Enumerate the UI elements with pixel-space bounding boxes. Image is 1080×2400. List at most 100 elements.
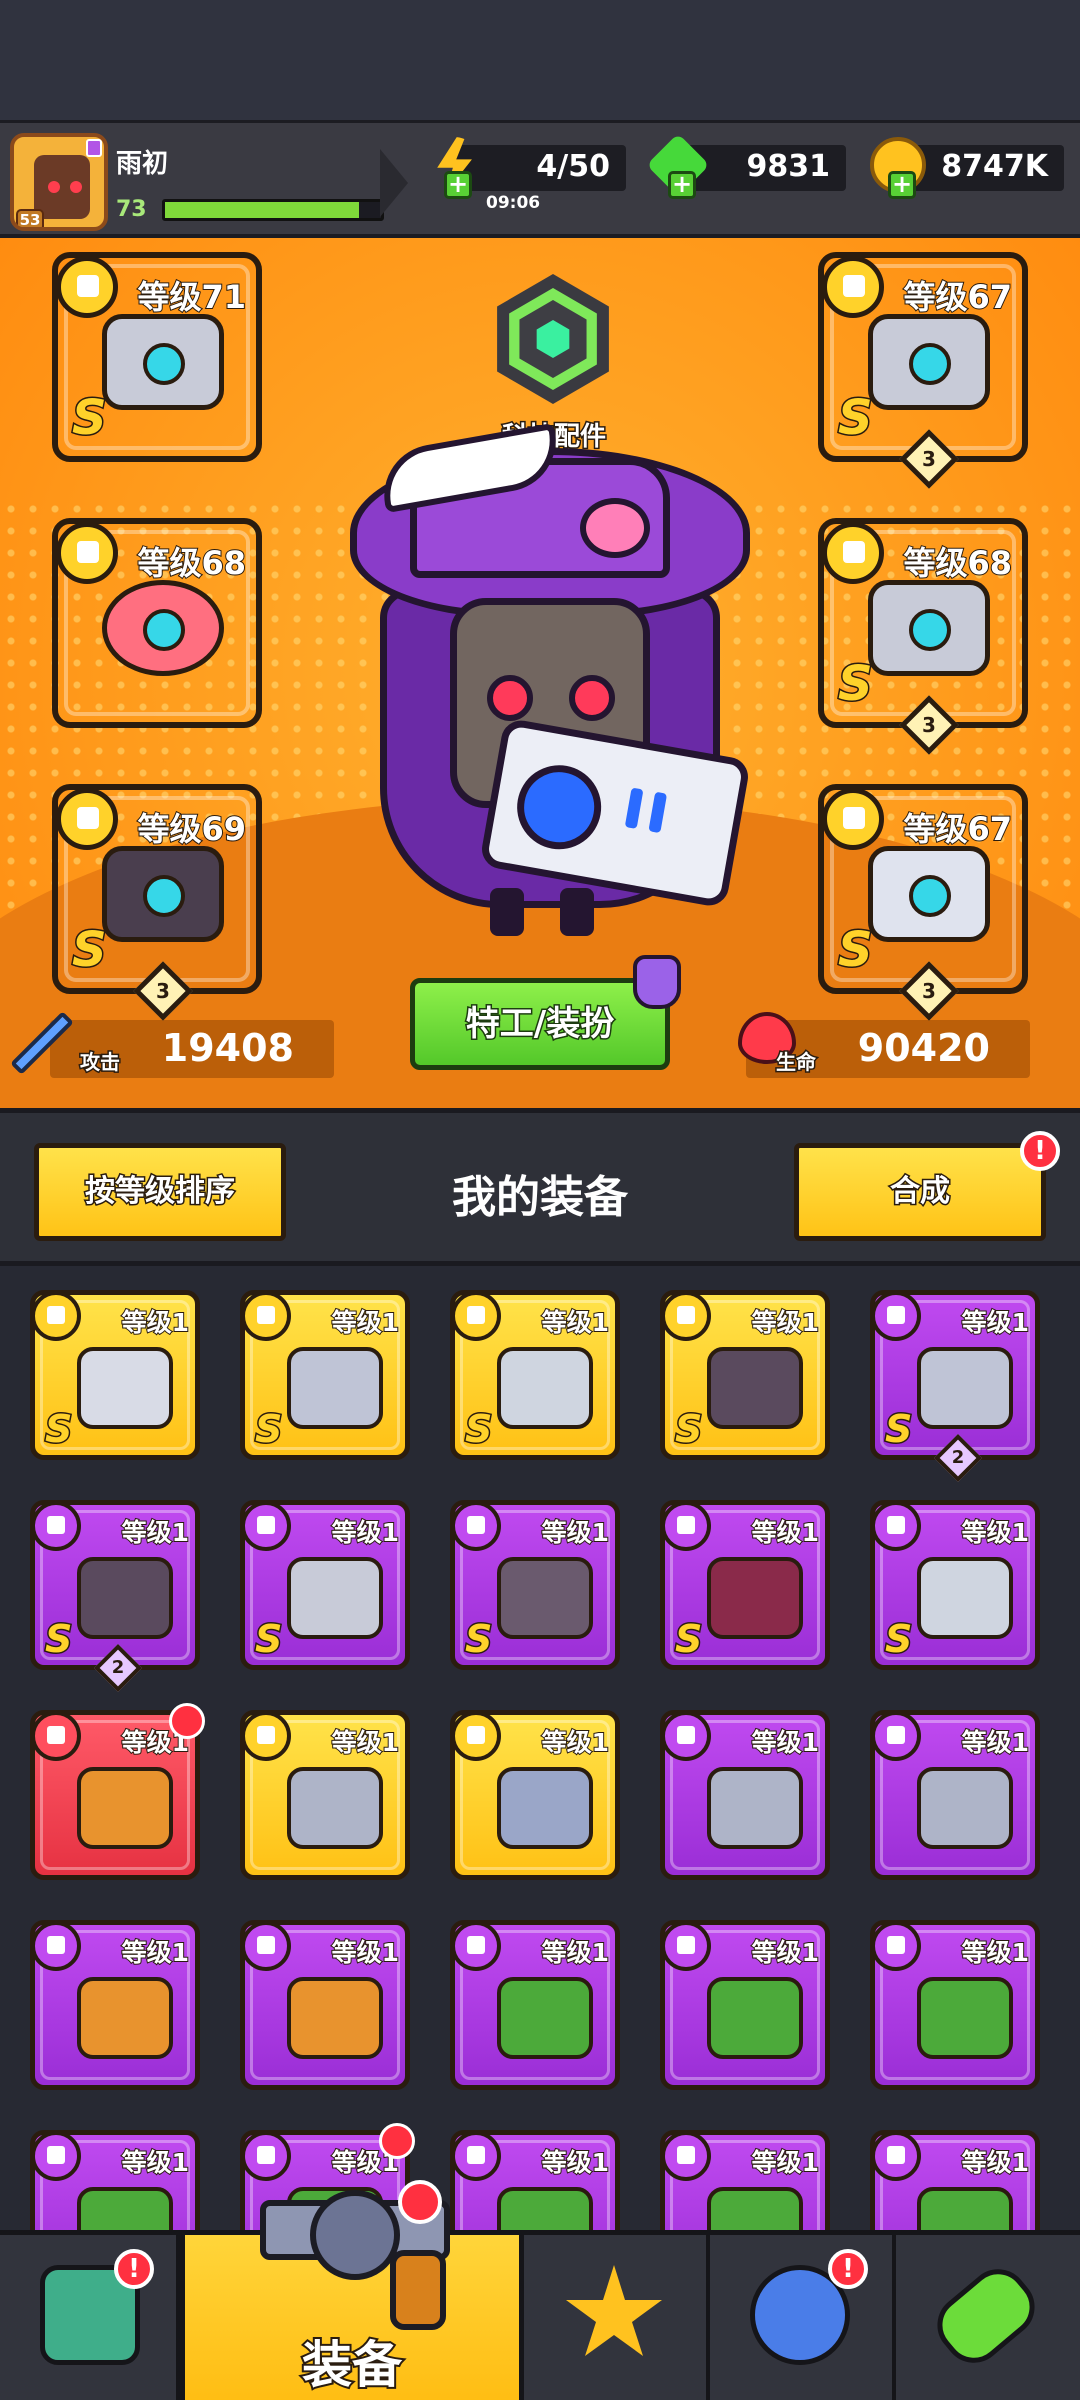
item-new-badge-icon: [169, 1703, 205, 1739]
inventory-item-card[interactable]: 等级1: [870, 1920, 1040, 2090]
item-grade: S: [673, 1616, 703, 1663]
player-avatar[interactable]: 53: [10, 133, 108, 231]
events-alert-icon: !: [828, 2249, 868, 2289]
item-art-icon: [707, 1767, 803, 1849]
armor-category-icon: [822, 256, 884, 318]
item-art-icon: [77, 2187, 173, 2230]
inventory-item-card[interactable]: 等级1: [450, 1920, 620, 2090]
item-category-icon: [241, 1501, 291, 1551]
equipped-slot-belt[interactable]: 等级68 S 3: [818, 518, 1028, 755]
item-category-icon: [31, 1501, 81, 1551]
energy-timer: 09:06: [486, 193, 541, 213]
item-art-icon: [287, 1557, 383, 1639]
item-category-icon: [451, 1501, 501, 1551]
player-name: 雨初: [116, 149, 169, 179]
item-art-icon: [917, 1977, 1013, 2059]
item-level: 等级1: [541, 1307, 610, 1338]
equipped-slot-weapon[interactable]: 等级71 S: [52, 252, 262, 462]
merge-button[interactable]: 合成: [794, 1143, 1046, 1241]
inventory-item-card[interactable]: 等级1 S: [450, 1290, 620, 1460]
item-level: 等级1: [121, 2147, 190, 2178]
inventory-item-card[interactable]: 等级1: [30, 1920, 200, 2090]
item-category-icon: [661, 1921, 711, 1971]
inventory-item-card[interactable]: 等级1 S: [30, 1290, 200, 1460]
item-art-icon: [77, 1347, 173, 1429]
xp-bar-fill: [165, 202, 360, 218]
coin-value: 8747K: [941, 149, 1048, 184]
inventory-item-card[interactable]: 等级1: [660, 1710, 830, 1880]
item-category-icon: [871, 1291, 921, 1341]
inventory-item-card[interactable]: 等级1: [660, 1920, 830, 2090]
item-art-icon: [77, 1557, 173, 1639]
inventory-item-card[interactable]: 等级1 S: [660, 1500, 830, 1670]
inventory-item-card[interactable]: 等级1: [870, 2130, 1040, 2230]
agent-character[interactable]: [340, 422, 760, 958]
nav-tab-events[interactable]: !: [710, 2235, 896, 2400]
sort-by-level-button[interactable]: 按等级排序: [34, 1143, 286, 1241]
gauntlet-icon: [102, 846, 224, 942]
equipped-slot-boots[interactable]: 等级67 S 3: [818, 784, 1028, 1021]
potion-icon: [633, 955, 681, 1009]
hero-panel: 科技配件 等级71 S 等级68 等级69 S 3: [0, 238, 1080, 1108]
add-energy-button[interactable]: +: [444, 171, 472, 199]
nav-tab-lab[interactable]: [896, 2235, 1080, 2400]
slot-level: 等级67: [902, 809, 1013, 849]
inventory-item-card[interactable]: 等级1 S 2: [30, 1500, 200, 1693]
item-grade: S: [43, 1406, 73, 1453]
inventory-item-card[interactable]: 等级1: [30, 1703, 205, 1880]
item-art-icon: [287, 1767, 383, 1849]
merge-alert-icon: !: [1020, 1131, 1060, 1171]
slot-grade: S: [837, 389, 875, 448]
item-level: 等级1: [121, 1307, 190, 1338]
inventory-item-card[interactable]: 等级1: [450, 1710, 620, 1880]
item-category-icon: [871, 2131, 921, 2181]
inventory-item-card[interactable]: 等级1: [870, 1710, 1040, 1880]
item-level: 等级1: [961, 1937, 1030, 1968]
energy-counter[interactable]: + 4/50: [437, 137, 626, 199]
player-level: 73: [116, 197, 147, 222]
inventory-item-card[interactable]: 等级1: [450, 2130, 620, 2230]
item-level: 等级1: [331, 1307, 400, 1338]
item-category-icon: [31, 2131, 81, 2181]
inventory-item-card[interactable]: 等级1 S: [240, 1500, 410, 1670]
inventory-item-card[interactable]: 等级1: [240, 1920, 410, 2090]
item-level: 等级1: [961, 1727, 1030, 1758]
equipped-slot-necklace[interactable]: 等级68: [52, 518, 262, 728]
my-equipment-title: 我的装备: [452, 1172, 628, 1223]
boot-icon: [868, 846, 990, 942]
add-gems-button[interactable]: +: [668, 171, 696, 199]
slot-level: 等级68: [902, 543, 1013, 583]
item-category-icon: [31, 1711, 81, 1761]
gem-counter[interactable]: + 9831: [646, 133, 846, 199]
inventory-item-card[interactable]: 等级1 S: [450, 1500, 620, 1670]
item-category-icon: [241, 1291, 291, 1341]
item-grade: S: [883, 1616, 913, 1663]
item-level: 等级1: [121, 1517, 190, 1548]
item-art-icon: [707, 1347, 803, 1429]
add-coins-button[interactable]: +: [888, 171, 916, 199]
inventory-item-card[interactable]: 等级1 S: [660, 1290, 830, 1460]
inventory-item-card[interactable]: 等级1: [240, 1710, 410, 1880]
item-art-icon: [917, 1557, 1013, 1639]
nav-tab-battle[interactable]: [524, 2235, 710, 2400]
health-stat: 生命 90420: [738, 1012, 1030, 1078]
item-category-icon: [661, 1501, 711, 1551]
inventory-item-card[interactable]: 等级1: [30, 2130, 200, 2230]
inventory-item-card[interactable]: 等级1 S: [240, 1290, 410, 1460]
item-art-icon: [287, 1977, 383, 2059]
inventory-item-card[interactable]: 等级1 S: [870, 1500, 1040, 1670]
item-art-icon: [497, 1977, 593, 2059]
item-category-icon: [661, 1711, 711, 1761]
inventory-item-card[interactable]: 等级1 S 2: [870, 1290, 1040, 1483]
coin-counter[interactable]: + 8747K: [870, 137, 1064, 199]
item-art-icon: [497, 1347, 593, 1429]
inventory-item-card[interactable]: 等级1: [660, 2130, 830, 2230]
item-category-icon: [661, 1291, 711, 1341]
tech-part-slot[interactable]: [478, 274, 628, 424]
item-category-icon: [241, 2131, 291, 2181]
equipped-slot-gloves[interactable]: 等级69 S 3: [52, 784, 262, 1021]
agent-outfit-button[interactable]: 特工/装扮: [410, 955, 681, 1070]
equipped-slot-armor[interactable]: 等级67 S 3: [818, 252, 1028, 489]
energy-value: 4/50: [536, 149, 610, 184]
nav-tab-shop[interactable]: !: [0, 2235, 180, 2400]
